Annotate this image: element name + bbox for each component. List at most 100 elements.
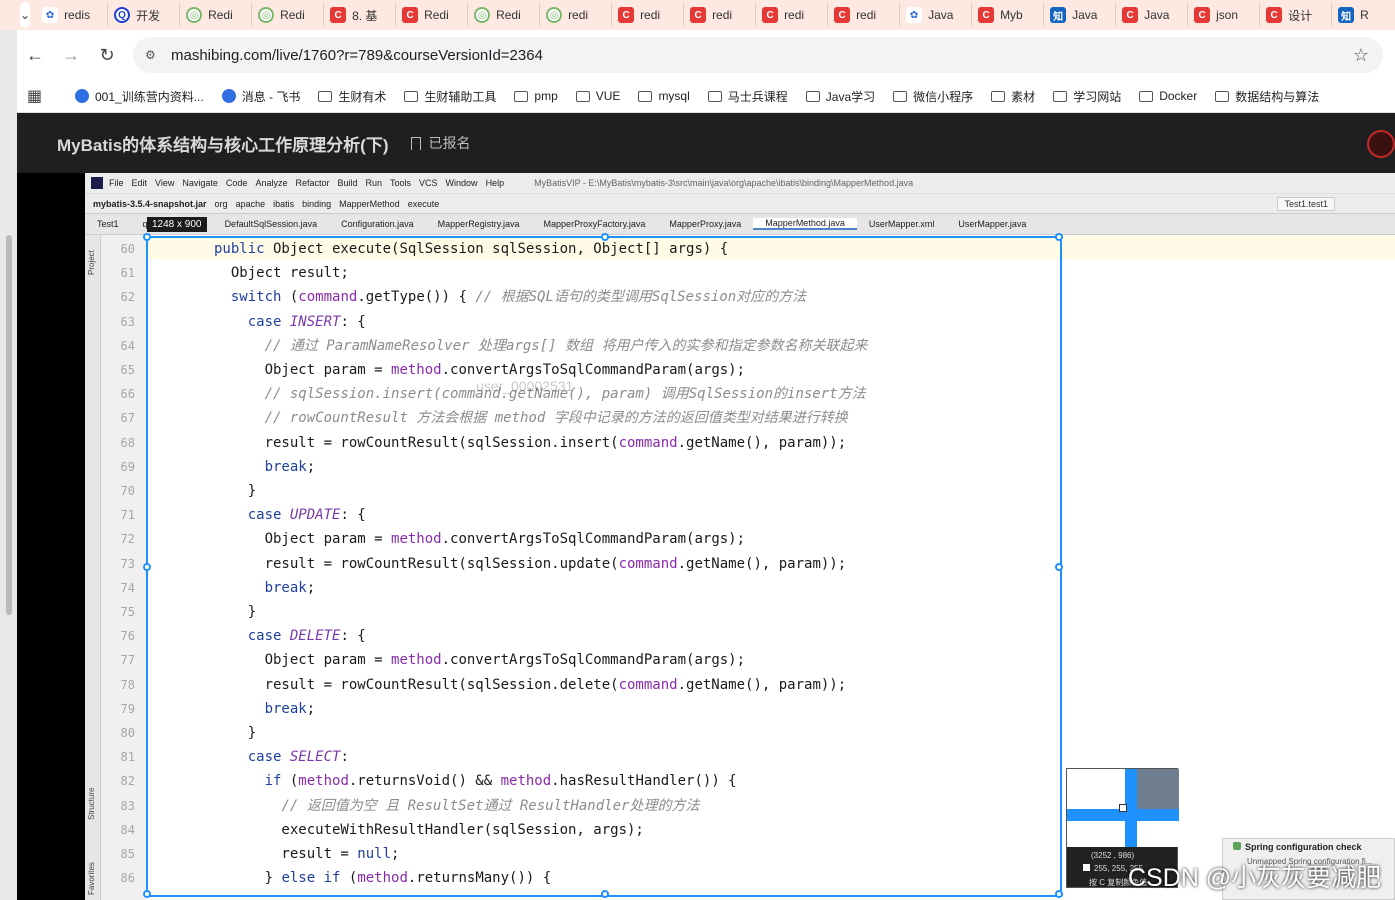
ide-menu-item[interactable]: Help bbox=[486, 178, 505, 188]
url-text[interactable]: mashibing.com/live/1760?r=789&courseVers… bbox=[171, 47, 543, 64]
ide-menu-item[interactable]: Edit bbox=[132, 178, 148, 188]
code-line[interactable]: case INSERT: { bbox=[214, 310, 366, 334]
code-line[interactable]: // 返回值为空 且 ResultSet通过 ResultHandler处理的方… bbox=[214, 794, 699, 818]
code-line[interactable]: break; bbox=[214, 697, 316, 721]
browser-tab[interactable]: 知 Java bbox=[1044, 3, 1117, 27]
browser-tab[interactable]: Credi bbox=[828, 3, 901, 27]
bookmark-item[interactable]: Java学习 bbox=[805, 88, 875, 105]
tool-window-button[interactable]: Favorites bbox=[87, 862, 96, 895]
browser-tab[interactable]: Credi bbox=[612, 3, 685, 27]
ide-menu-item[interactable]: Tools bbox=[390, 178, 411, 188]
ide-breadcrumb-item[interactable]: mybatis-3.5.4-snapshot.jar bbox=[93, 199, 207, 209]
code-line[interactable]: case DELETE: { bbox=[214, 624, 366, 648]
chat-icon[interactable] bbox=[1367, 130, 1395, 158]
editor-tab[interactable]: Configuration.java bbox=[329, 219, 426, 229]
bookmark-item[interactable]: 数据结构与算法 bbox=[1215, 88, 1319, 105]
editor-tab[interactable]: MapperProxy.java bbox=[657, 219, 753, 229]
bookmark-item[interactable]: mysql bbox=[638, 89, 690, 103]
bookmark-item[interactable]: pmp bbox=[514, 89, 558, 103]
code-line[interactable]: result = null; bbox=[214, 842, 399, 866]
code-line[interactable]: } bbox=[214, 600, 256, 624]
code-line[interactable]: result = rowCountResult(sqlSession.updat… bbox=[214, 552, 847, 576]
code-line[interactable]: case SELECT: bbox=[214, 745, 349, 769]
ide-menu-item[interactable]: Navigate bbox=[182, 178, 218, 188]
window-scrollbar[interactable] bbox=[6, 235, 12, 615]
ide-menu-item[interactable]: Run bbox=[366, 178, 383, 188]
browser-tab[interactable]: ◎ Redi bbox=[468, 3, 541, 27]
reload-button[interactable]: ↻ bbox=[89, 45, 125, 66]
code-line[interactable]: break; bbox=[214, 455, 316, 479]
site-info-icon[interactable]: ⚙ bbox=[145, 48, 163, 62]
code-line[interactable]: } bbox=[214, 479, 256, 503]
browser-tab[interactable]: ◎ redi bbox=[540, 3, 613, 27]
browser-tab[interactable]: ✿ redis bbox=[36, 3, 109, 27]
browser-tab[interactable]: C 设计 bbox=[1260, 3, 1333, 27]
editor-tab[interactable]: DefaultSqlSession.java bbox=[213, 219, 330, 229]
tool-window-button[interactable]: Project bbox=[87, 250, 96, 275]
ide-menu-item[interactable]: Code bbox=[226, 178, 248, 188]
browser-tab[interactable]: Q 开发 bbox=[108, 3, 181, 27]
browser-tab[interactable]: 知R bbox=[1332, 3, 1395, 27]
code-line[interactable]: executeWithResultHandler(sqlSession, arg… bbox=[214, 818, 643, 842]
bookmark-item[interactable]: 马士兵课程 bbox=[707, 88, 788, 105]
ide-breadcrumb-item[interactable]: binding bbox=[302, 199, 331, 209]
browser-tab[interactable]: C Myb bbox=[972, 3, 1045, 27]
ide-menu-item[interactable]: Refactor bbox=[295, 178, 329, 188]
browser-tab[interactable]: Credi bbox=[684, 3, 757, 27]
ide-breadcrumb-item[interactable]: MapperMethod bbox=[339, 199, 400, 209]
editor-tab[interactable]: UserMapper.java bbox=[946, 219, 1038, 229]
browser-tab[interactable]: ◎ Redi bbox=[252, 3, 325, 27]
editor-tab[interactable]: MapperRegistry.java bbox=[426, 219, 532, 229]
editor-tab[interactable]: MapperProxyFactory.java bbox=[532, 219, 658, 229]
bookmark-item[interactable]: 生财辅助工具 bbox=[404, 88, 496, 105]
code-line[interactable]: } else if (method.returnsMany()) { bbox=[214, 866, 552, 890]
back-button[interactable]: ← bbox=[17, 45, 53, 66]
code-line[interactable]: } bbox=[214, 721, 256, 745]
bookmark-item[interactable]: Docker bbox=[1139, 89, 1197, 103]
ide-menu-item[interactable]: VCS bbox=[419, 178, 438, 188]
ide-breadcrumb-item[interactable]: ibatis bbox=[273, 199, 294, 209]
forward-button[interactable]: → bbox=[53, 45, 89, 66]
code-line[interactable]: public Object execute(SqlSession sqlSess… bbox=[214, 237, 728, 261]
bookmark-item[interactable]: 消息 - 飞书 bbox=[221, 88, 300, 105]
bookmark-item[interactable]: 生财有术 bbox=[318, 88, 386, 105]
bookmark-item[interactable]: 素材 bbox=[991, 88, 1035, 105]
browser-tab[interactable]: C Java bbox=[1116, 3, 1189, 27]
ide-breadcrumb-item[interactable]: apache bbox=[236, 199, 266, 209]
bookmark-item[interactable]: 001_训练营内资料... bbox=[75, 88, 204, 105]
browser-tab[interactable]: ◎ Redi bbox=[180, 3, 253, 27]
apps-grid-icon[interactable]: ▦ bbox=[27, 86, 57, 106]
code-line[interactable]: result = rowCountResult(sqlSession.delet… bbox=[214, 673, 847, 697]
browser-tab[interactable]: ✿ Java bbox=[900, 3, 973, 27]
editor-tab[interactable]: MapperMethod.java bbox=[753, 218, 857, 230]
code-line[interactable]: break; bbox=[214, 576, 316, 600]
code-editor[interactable]: public Object execute(SqlSession sqlSess… bbox=[146, 235, 1395, 900]
code-line[interactable]: switch (command.getType()) { // 根据SQL语句的… bbox=[214, 285, 806, 309]
code-line[interactable]: Object result; bbox=[214, 261, 349, 285]
run-config-select[interactable]: Test1.test1 bbox=[1277, 197, 1335, 211]
code-line[interactable]: // rowCountResult 方法会根据 method 字段中记录的方法的… bbox=[214, 406, 848, 430]
browser-tab[interactable]: C 8. 基 bbox=[324, 3, 397, 27]
address-bar[interactable]: ⚙ mashibing.com/live/1760?r=789&courseVe… bbox=[133, 37, 1383, 73]
bookmark-item[interactable]: 学习网站 bbox=[1053, 88, 1121, 105]
code-line[interactable]: Object param = method.convertArgsToSqlCo… bbox=[214, 648, 745, 672]
bookmark-item[interactable]: 微信小程序 bbox=[893, 88, 973, 105]
code-line[interactable]: if (method.returnsVoid() && method.hasRe… bbox=[214, 769, 737, 793]
ide-breadcrumb-item[interactable]: org bbox=[215, 199, 228, 209]
browser-tab[interactable]: Credi bbox=[756, 3, 829, 27]
ide-menu-item[interactable]: Window bbox=[446, 178, 478, 188]
ide-menu-item[interactable]: File bbox=[109, 178, 124, 188]
tab-search-button[interactable]: ⌄ bbox=[20, 2, 31, 28]
tool-window-button[interactable]: Structure bbox=[87, 788, 96, 820]
browser-tab[interactable]: Cjson bbox=[1188, 3, 1261, 27]
ide-menu-item[interactable]: View bbox=[155, 178, 174, 188]
browser-tab[interactable]: C Redi bbox=[396, 3, 469, 27]
ide-menu-item[interactable]: Build bbox=[337, 178, 357, 188]
code-line[interactable]: Object param = method.convertArgsToSqlCo… bbox=[214, 527, 745, 551]
editor-tab[interactable]: UserMapper.xml bbox=[857, 219, 947, 229]
code-line[interactable]: result = rowCountResult(sqlSession.inser… bbox=[214, 431, 847, 455]
code-line[interactable]: case UPDATE: { bbox=[214, 503, 366, 527]
bookmark-item[interactable]: VUE bbox=[575, 89, 620, 103]
code-line[interactable]: // 通过 ParamNameResolver 处理args[] 数组 将用户传… bbox=[214, 334, 868, 358]
editor-tab[interactable]: Test1 bbox=[85, 219, 131, 229]
